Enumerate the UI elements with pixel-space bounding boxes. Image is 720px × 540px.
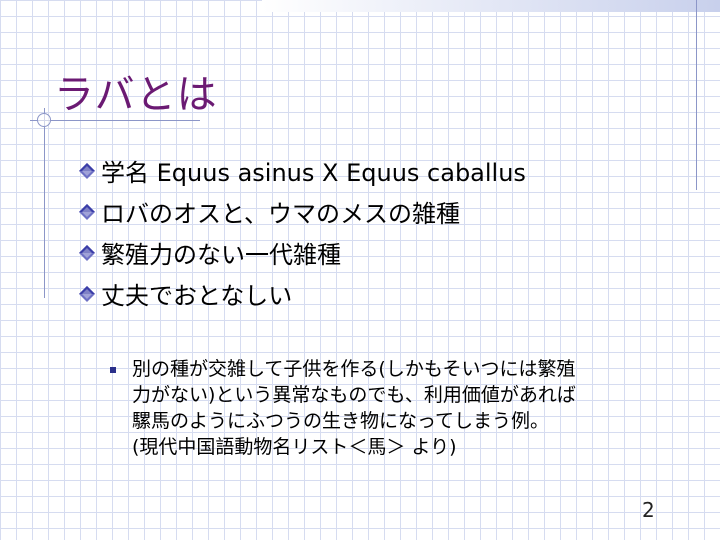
diamond-bullet-icon <box>79 244 95 261</box>
diamond-bullet-icon <box>79 203 95 220</box>
diamond-bullet-icon <box>79 285 95 302</box>
left-accent-rule <box>44 108 45 298</box>
bullet-text: 学名 Equus asinus X Equus caballus <box>101 159 526 187</box>
diamond-bullet-icon <box>79 162 95 179</box>
bullet-item: 繁殖力のない一代雑種 <box>78 232 526 273</box>
page-number: 2 <box>642 498 655 522</box>
bullet-text: ロバのオスと、ウマのメスの雑種 <box>101 200 461 228</box>
square-bullet-icon <box>110 367 116 373</box>
slide-title: ラバとは <box>54 72 218 118</box>
bullet-text: 丈夫でおとなしい <box>101 282 293 310</box>
bullet-item: ロバのオスと、ウマのメスの雑種 <box>78 191 526 232</box>
bullet-list: 学名 Equus asinus X Equus caballus ロバのオスと、… <box>78 150 526 314</box>
sub-bullet: 別の種が交雑して子供を作る(しかもそいつには繁殖 力がない)という異常なものでも… <box>110 356 672 460</box>
title-underline-rule <box>30 120 200 121</box>
sub-bullet-text: 別の種が交雑して子供を作る(しかもそいつには繁殖 力がない)という異常なものでも… <box>132 358 576 458</box>
accent-circle <box>37 113 51 127</box>
right-accent-rule <box>696 0 697 190</box>
bullet-item: 丈夫でおとなしい <box>78 273 526 314</box>
top-gradient-band <box>262 0 720 12</box>
bullet-item: 学名 Equus asinus X Equus caballus <box>78 150 526 191</box>
bullet-text: 繁殖力のない一代雑種 <box>101 241 341 269</box>
